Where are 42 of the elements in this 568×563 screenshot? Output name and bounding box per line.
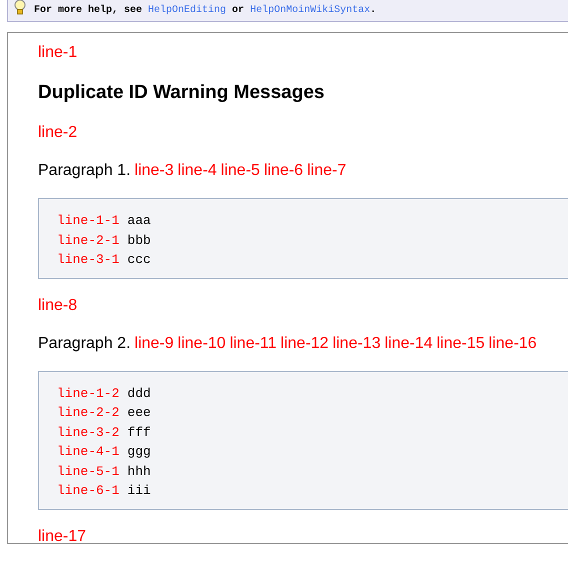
code-text: iii bbox=[127, 482, 151, 500]
anchor-label: line-2 bbox=[38, 124, 78, 141]
paragraph-text: Paragraph 1. bbox=[38, 162, 131, 179]
code-text: ggg bbox=[127, 443, 151, 461]
code-text: ccc bbox=[127, 251, 151, 269]
paragraph-text: Paragraph 2. bbox=[38, 334, 131, 352]
code-text: bbb bbox=[127, 232, 151, 250]
anchor-label: line-10 bbox=[178, 334, 226, 352]
help-text: For more help, see HelpOnEditing or HelpOnMoinWikiSyntax. bbox=[34, 5, 376, 16]
code-text: hhh bbox=[127, 462, 151, 480]
line-anchor: line-3-2 bbox=[57, 424, 120, 442]
code-text: ddd bbox=[127, 384, 151, 402]
line-anchor: line-5-1 bbox=[57, 462, 120, 480]
line-anchor: line-4-1 bbox=[57, 443, 120, 461]
anchor-label: line-15 bbox=[436, 334, 485, 352]
help-link[interactable]: HelpOnEditing bbox=[148, 5, 226, 16]
lightbulb-icon bbox=[14, 0, 26, 14]
line-anchor: line-3-1 bbox=[57, 251, 120, 269]
anchor-label: line-6 bbox=[264, 162, 304, 179]
line-anchor: line-6-1 bbox=[57, 482, 120, 500]
anchor-label: line-7 bbox=[307, 162, 346, 179]
help-link[interactable]: HelpOnMoinWikiSyntax bbox=[250, 5, 370, 16]
anchor-label: line-3 bbox=[134, 162, 174, 179]
anchor-label: line-5 bbox=[220, 162, 260, 179]
anchor-label: line-9 bbox=[134, 334, 174, 352]
anchor-label: line-16 bbox=[488, 334, 537, 352]
line-anchor: line-2-1 bbox=[57, 232, 120, 250]
anchor-label: line-14 bbox=[384, 334, 433, 352]
line-anchor: line-1-2 bbox=[57, 384, 120, 402]
anchor-label: line-13 bbox=[332, 334, 381, 352]
code-text: eee bbox=[127, 404, 151, 422]
line-anchor: line-1-1 bbox=[57, 212, 120, 230]
anchor-label: line-12 bbox=[280, 334, 329, 352]
anchor-label: line-11 bbox=[230, 334, 277, 352]
code-text: fff bbox=[127, 424, 151, 442]
anchor-label: line-4 bbox=[178, 162, 217, 179]
line-anchor: line-2-2 bbox=[57, 404, 120, 422]
anchor-label: line-17 bbox=[38, 528, 86, 544]
anchor-label: line-1 bbox=[38, 44, 78, 61]
anchor-label: line-8 bbox=[38, 296, 78, 314]
page-heading: Duplicate ID Warning Messages bbox=[38, 81, 326, 105]
code-text: aaa bbox=[127, 212, 151, 230]
